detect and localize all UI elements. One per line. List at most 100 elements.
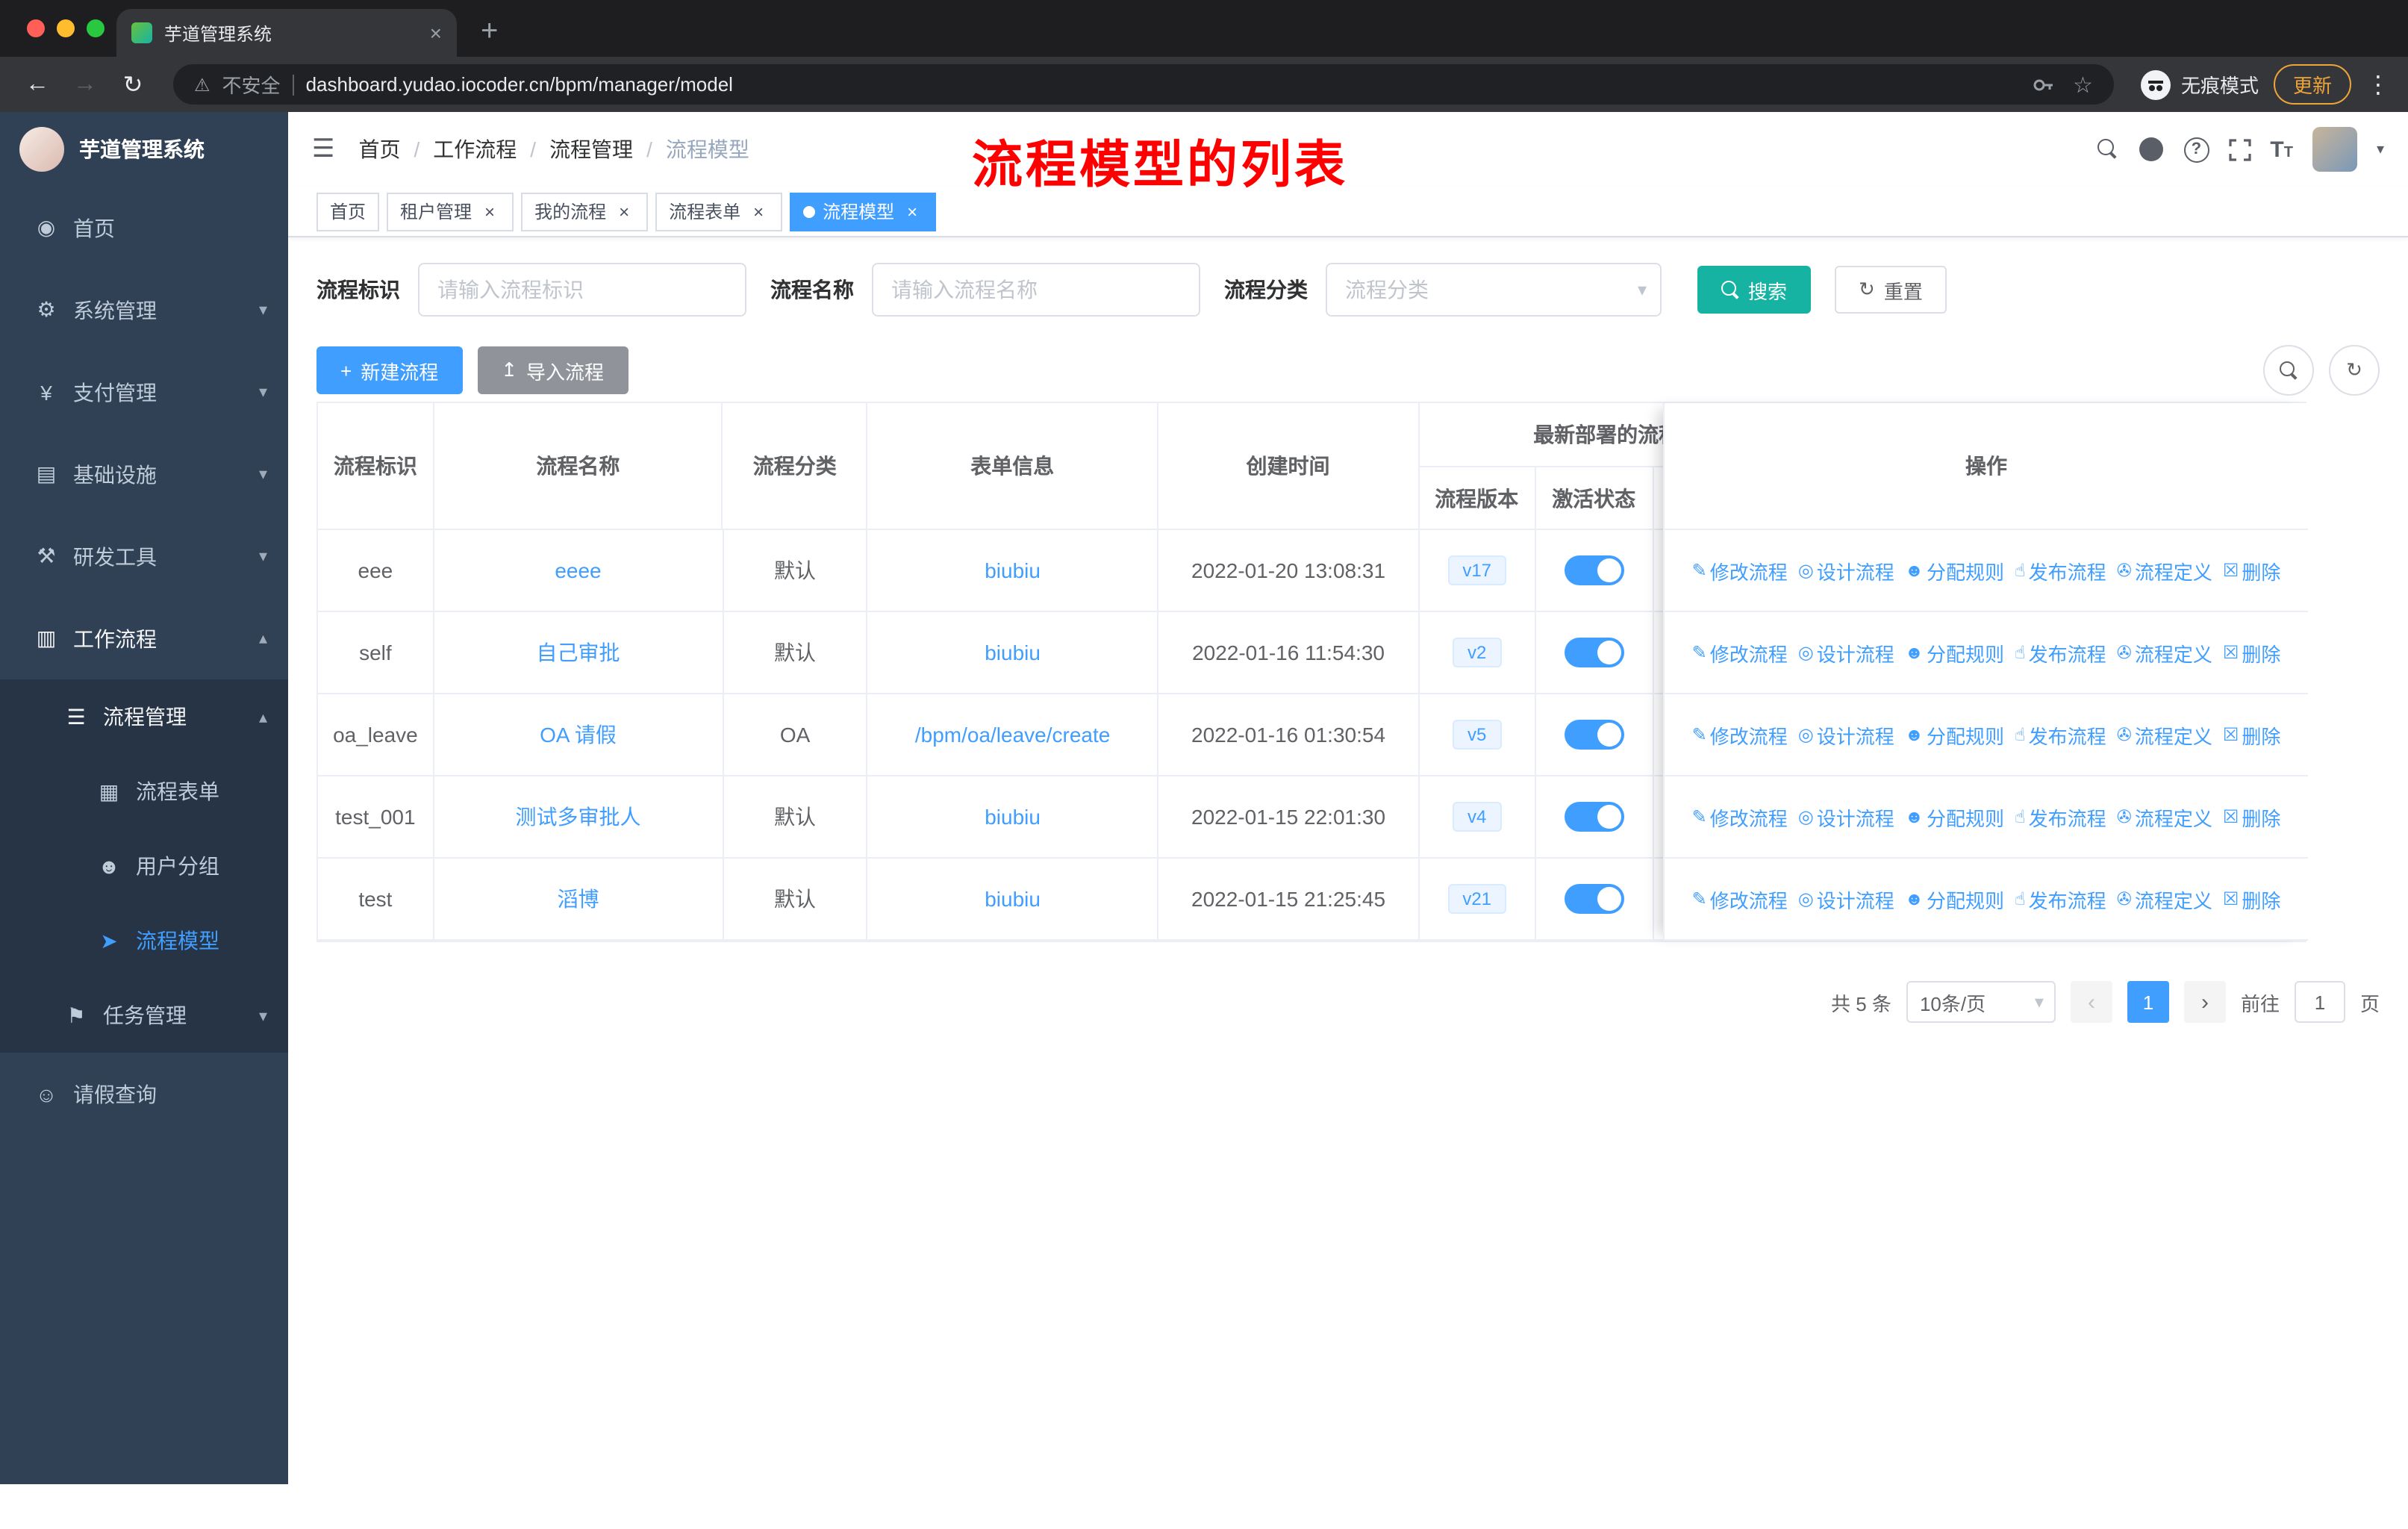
sidebar-item-leave-query[interactable]: ☺ 请假查询 xyxy=(0,1053,288,1135)
sidebar-item-workflow[interactable]: ▥ 工作流程 ▴ xyxy=(0,597,288,679)
tag-item[interactable]: 首页 xyxy=(316,192,380,231)
action-process-definition[interactable]: ✇ 流程定义 xyxy=(2117,556,2212,585)
action-process-definition[interactable]: ✇ 流程定义 xyxy=(2117,638,2212,667)
process-name-link[interactable]: eeee xyxy=(555,558,601,582)
zoom-window-button[interactable] xyxy=(87,19,105,37)
action-delete-process[interactable]: ☒ 删除 xyxy=(2223,885,2281,913)
action-publish-process[interactable]: ☝ 发布流程 xyxy=(2015,803,2106,831)
github-icon[interactable] xyxy=(2137,136,2164,163)
action-assign-rule[interactable]: ☻ 分配规则 xyxy=(1905,885,2004,913)
sidebar-item-system-management[interactable]: ⚙ 系统管理 ▾ xyxy=(0,269,288,351)
active-toggle[interactable] xyxy=(1564,638,1624,667)
action-process-definition[interactable]: ✇ 流程定义 xyxy=(2117,803,2212,831)
action-edit-process[interactable]: ✎ 修改流程 xyxy=(1692,803,1788,831)
update-button[interactable]: 更新 xyxy=(2273,64,2351,105)
action-edit-process[interactable]: ✎ 修改流程 xyxy=(1692,556,1788,585)
process-name-link[interactable]: 测试多审批人 xyxy=(515,802,640,832)
tag-item[interactable]: 流程模型 × xyxy=(790,192,937,231)
tag-item[interactable]: 租户管理 × xyxy=(387,192,514,231)
tag-item[interactable]: 流程表单 × xyxy=(655,192,783,231)
page-1-button[interactable]: 1 xyxy=(2127,981,2169,1023)
action-publish-process[interactable]: ☝ 发布流程 xyxy=(2015,556,2106,585)
version-tag[interactable]: v17 xyxy=(1447,555,1507,585)
action-edit-process[interactable]: ✎ 修改流程 xyxy=(1692,885,1788,913)
create-process-button[interactable]: + 新建流程 xyxy=(316,346,463,394)
sidebar-item-user-group[interactable]: ☻ 用户分组 xyxy=(0,829,288,903)
action-process-definition[interactable]: ✇ 流程定义 xyxy=(2117,720,2212,749)
avatar[interactable] xyxy=(2312,127,2357,172)
action-publish-process[interactable]: ☝ 发布流程 xyxy=(2015,720,2106,749)
caret-down-icon[interactable]: ▾ xyxy=(2377,141,2384,158)
action-delete-process[interactable]: ☒ 删除 xyxy=(2223,638,2281,667)
action-process-definition[interactable]: ✇ 流程定义 xyxy=(2117,885,2212,913)
close-tab-icon[interactable]: × xyxy=(430,21,442,45)
action-edit-process[interactable]: ✎ 修改流程 xyxy=(1692,638,1788,667)
import-process-button[interactable]: ↥ 导入流程 xyxy=(477,346,628,394)
action-design-process[interactable]: ◎ 设计流程 xyxy=(1798,638,1894,667)
sidebar-item-process-model[interactable]: ➤ 流程模型 xyxy=(0,903,288,978)
key-icon[interactable] xyxy=(2031,72,2055,96)
version-tag[interactable]: v2 xyxy=(1452,638,1502,667)
action-delete-process[interactable]: ☒ 删除 xyxy=(2223,556,2281,585)
action-design-process[interactable]: ◎ 设计流程 xyxy=(1798,720,1894,749)
process-name-input[interactable] xyxy=(872,263,1200,317)
sidebar-item-infrastructure[interactable]: ▤ 基础设施 ▾ xyxy=(0,433,288,515)
back-icon[interactable]: ← xyxy=(18,71,57,98)
form-info-link[interactable]: biubiu xyxy=(985,805,1041,829)
refresh-table-button[interactable]: ↻ xyxy=(2329,345,2380,396)
active-toggle[interactable] xyxy=(1564,884,1624,914)
sidebar-item-payment-management[interactable]: ¥ 支付管理 ▾ xyxy=(0,351,288,433)
bookmark-star-icon[interactable]: ☆ xyxy=(2073,71,2093,98)
fullscreen-icon[interactable] xyxy=(2228,138,2251,161)
close-icon[interactable]: × xyxy=(479,201,500,222)
process-key-input[interactable] xyxy=(418,263,746,317)
action-design-process[interactable]: ◎ 设计流程 xyxy=(1798,556,1894,585)
menu-fold-icon[interactable]: ☰ xyxy=(312,134,335,164)
action-publish-process[interactable]: ☝ 发布流程 xyxy=(2015,885,2106,913)
action-assign-rule[interactable]: ☻ 分配规则 xyxy=(1905,803,2004,831)
form-info-link[interactable]: biubiu xyxy=(985,887,1041,911)
sidebar-item-task-management[interactable]: ⚑ 任务管理 ▾ xyxy=(0,978,288,1053)
form-info-link[interactable]: biubiu xyxy=(985,641,1041,664)
sidebar-item-home[interactable]: ◉ 首页 xyxy=(0,187,288,269)
forward-icon[interactable]: → xyxy=(66,71,105,98)
close-icon[interactable]: × xyxy=(748,201,769,222)
close-icon[interactable]: × xyxy=(614,201,634,222)
next-page-button[interactable]: › xyxy=(2183,981,2226,1023)
minimize-window-button[interactable] xyxy=(57,19,75,37)
toggle-search-button[interactable] xyxy=(2263,345,2314,396)
breadcrumb-workflow[interactable]: 工作流程 xyxy=(433,134,517,164)
active-toggle[interactable] xyxy=(1564,720,1624,750)
search-icon[interactable] xyxy=(2097,139,2118,160)
active-toggle[interactable] xyxy=(1564,802,1624,832)
version-tag[interactable]: v5 xyxy=(1452,720,1502,750)
browser-menu-icon[interactable]: ⋮ xyxy=(2366,69,2390,99)
address-bar[interactable]: ⚠ 不安全 dashboard.yudao.iocoder.cn/bpm/man… xyxy=(173,64,2114,105)
action-design-process[interactable]: ◎ 设计流程 xyxy=(1798,885,1894,913)
action-edit-process[interactable]: ✎ 修改流程 xyxy=(1692,720,1788,749)
browser-tab[interactable]: 芋道管理系统 × xyxy=(116,9,457,57)
form-info-link[interactable]: /bpm/oa/leave/create xyxy=(915,723,1111,747)
page-size-select[interactable]: 10条/页 ▾ xyxy=(1906,981,2056,1023)
help-icon[interactable]: ? xyxy=(2183,137,2209,162)
category-select[interactable]: 流程分类 ▾ xyxy=(1326,263,1662,317)
goto-page-input[interactable] xyxy=(2294,981,2345,1023)
close-window-button[interactable] xyxy=(27,19,45,37)
prev-page-button[interactable]: ‹ xyxy=(2070,981,2112,1023)
process-name-link[interactable]: 滔博 xyxy=(557,884,599,914)
search-button[interactable]: 搜索 xyxy=(1697,266,1812,314)
sidebar-logo[interactable]: 芋道管理系统 xyxy=(0,112,288,187)
version-tag[interactable]: v21 xyxy=(1447,884,1507,914)
reset-button[interactable]: ↻ 重置 xyxy=(1835,266,1947,314)
new-tab-button[interactable]: + xyxy=(481,15,498,49)
process-name-link[interactable]: 自己审批 xyxy=(536,638,620,667)
sidebar-item-dev-tools[interactable]: ⚒ 研发工具 ▾ xyxy=(0,515,288,597)
active-toggle[interactable] xyxy=(1564,555,1624,585)
tag-item[interactable]: 我的流程 × xyxy=(521,192,649,231)
sidebar-item-process-form[interactable]: ▦ 流程表单 xyxy=(0,754,288,829)
breadcrumb-process-management[interactable]: 流程管理 xyxy=(549,134,633,164)
sidebar-item-process-management[interactable]: ☰ 流程管理 ▴ xyxy=(0,679,288,754)
action-delete-process[interactable]: ☒ 删除 xyxy=(2223,803,2281,831)
action-delete-process[interactable]: ☒ 删除 xyxy=(2223,720,2281,749)
action-publish-process[interactable]: ☝ 发布流程 xyxy=(2015,638,2106,667)
